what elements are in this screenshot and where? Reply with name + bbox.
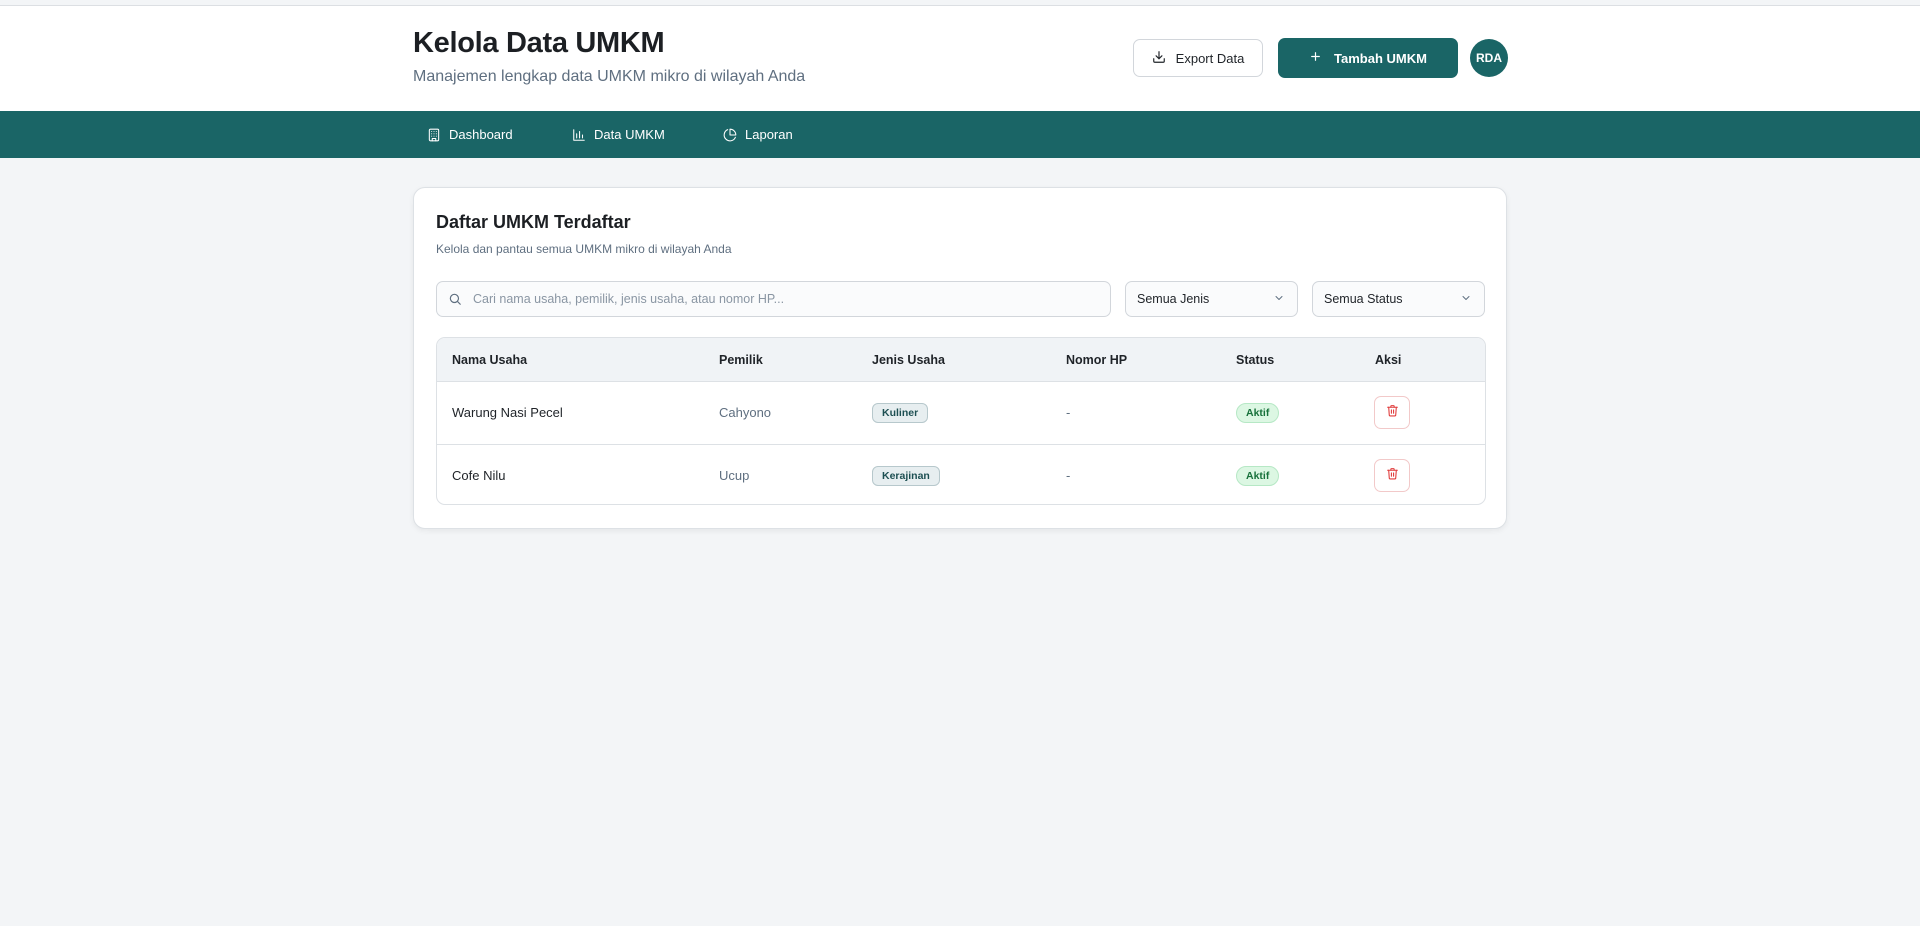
table-row: Warung Nasi Pecel Cahyono Kuliner - Akti… <box>437 382 1485 444</box>
delete-button[interactable] <box>1374 459 1410 492</box>
nav-item-label: Laporan <box>745 127 793 142</box>
status-badge: Aktif <box>1236 466 1280 486</box>
business-name: Warung Nasi Pecel <box>452 405 563 420</box>
add-umkm-button[interactable]: Tambah UMKM <box>1278 38 1458 78</box>
table-header: Nama Usaha Pemilik Jenis Usaha Nomor HP … <box>437 338 1485 382</box>
column-header-jenis-usaha[interactable]: Jenis Usaha <box>872 338 945 382</box>
search-field[interactable] <box>436 281 1111 317</box>
bar-chart-icon <box>572 128 586 142</box>
umkm-list-card: Daftar UMKM Terdaftar Kelola dan pantau … <box>413 187 1507 529</box>
avatar[interactable]: RDA <box>1470 39 1508 77</box>
main-nav: Dashboard Data UMKM Laporan <box>0 111 1920 158</box>
nav-item-label: Dashboard <box>449 127 513 142</box>
status-badge: Aktif <box>1236 403 1280 423</box>
download-icon <box>1152 50 1166 67</box>
chevron-down-icon <box>1273 292 1285 307</box>
phone-number: - <box>1066 468 1071 483</box>
chevron-down-icon <box>1460 292 1472 307</box>
column-header-pemilik[interactable]: Pemilik <box>719 338 763 382</box>
filter-type-select[interactable]: Semua Jenis <box>1125 281 1298 317</box>
trash-icon <box>1386 467 1399 485</box>
nav-item-data-umkm[interactable]: Data UMKM <box>572 111 665 158</box>
page-title: Kelola Data UMKM <box>413 27 665 59</box>
card-subtitle: Kelola dan pantau semua UMKM mikro di wi… <box>436 242 732 256</box>
phone-number: - <box>1066 405 1071 420</box>
delete-button[interactable] <box>1374 396 1410 429</box>
column-header-nomor-hp[interactable]: Nomor HP <box>1066 338 1127 382</box>
add-umkm-label: Tambah UMKM <box>1334 50 1427 66</box>
pie-chart-icon <box>723 128 737 142</box>
business-name: Cofe Nilu <box>452 468 506 483</box>
export-data-label: Export Data <box>1175 50 1245 66</box>
column-header-aksi: Aksi <box>1375 353 1402 367</box>
nav-item-dashboard[interactable]: Dashboard <box>427 111 513 158</box>
export-data-button[interactable]: Export Data <box>1133 39 1263 77</box>
filter-type-value: Semua Jenis <box>1137 292 1210 306</box>
business-type-badge: Kuliner <box>872 403 929 423</box>
owner-name: Ucup <box>719 468 750 483</box>
search-input[interactable] <box>473 282 1103 316</box>
column-header-status[interactable]: Status <box>1236 338 1274 382</box>
trash-icon <box>1386 404 1399 422</box>
business-type-badge: Kerajinan <box>872 466 940 486</box>
plus-icon <box>1309 50 1322 66</box>
nav-item-label: Data UMKM <box>594 127 665 142</box>
umkm-table: Nama Usaha Pemilik Jenis Usaha Nomor HP … <box>436 337 1486 505</box>
nav-item-laporan[interactable]: Laporan <box>723 111 793 158</box>
table-row: Cofe Nilu Ucup Kerajinan - Aktif <box>437 444 1485 504</box>
app-header: Kelola Data UMKM Manajemen lengkap data … <box>0 6 1920 111</box>
owner-name: Cahyono <box>719 405 772 420</box>
filter-status-value: Semua Status <box>1324 292 1403 306</box>
filter-status-select[interactable]: Semua Status <box>1312 281 1485 317</box>
card-title: Daftar UMKM Terdaftar <box>436 212 631 232</box>
building-icon <box>427 128 441 142</box>
column-header-nama-usaha[interactable]: Nama Usaha <box>452 338 527 382</box>
search-icon <box>448 292 462 311</box>
page-subtitle: Manajemen lengkap data UMKM mikro di wil… <box>413 68 806 85</box>
